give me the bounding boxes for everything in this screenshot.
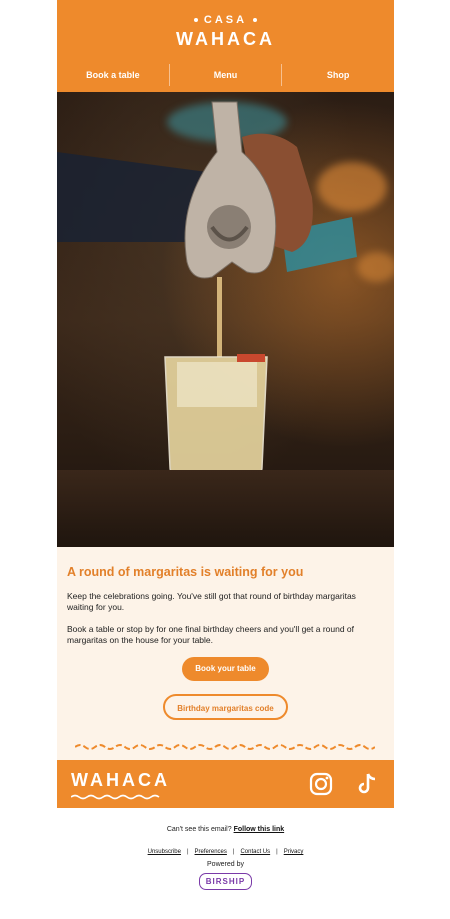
email-container: CASA WAHACA Book a table Menu Shop A rou…	[57, 0, 394, 890]
footer-logo-squiggle	[71, 794, 160, 800]
link-contact-us[interactable]: Contact Us	[240, 849, 270, 855]
content-section: A round of margaritas is waiting for you…	[57, 547, 394, 760]
email-footer: Can't see this email? Follow this link U…	[57, 826, 394, 890]
link-separator: |	[232, 849, 235, 855]
brand-logo-top: CASA	[57, 14, 394, 26]
brand-dot-left	[193, 18, 198, 23]
link-separator: |	[276, 849, 278, 855]
header: CASA WAHACA Book a table Menu Shop	[57, 0, 394, 92]
link-separator: |	[186, 849, 189, 855]
footer-links: Unsubscribe | Preferences | Contact Us | Priva…	[57, 849, 394, 855]
social-icons	[308, 771, 380, 797]
cant-see-line: Can't see this email? Follow this link	[57, 826, 394, 833]
nav-menu[interactable]: Menu	[170, 64, 283, 86]
tiktok-icon[interactable]	[354, 771, 380, 797]
instagram-icon[interactable]	[308, 771, 334, 797]
nav-book-a-table[interactable]: Book a table	[57, 64, 170, 86]
nav-shop[interactable]: Shop	[282, 64, 394, 86]
body-paragraph-2: Book a table or stop by for one final bi…	[67, 624, 355, 645]
brand-dot-right	[253, 18, 258, 23]
birthday-margaritas-code-button[interactable]: Birthday margaritas code	[163, 694, 288, 720]
follow-this-link[interactable]: Follow this link	[234, 826, 285, 833]
footer-band: WAHACA	[57, 760, 394, 808]
brand-top-text: CASA	[203, 14, 248, 26]
link-privacy[interactable]: Privacy	[284, 849, 304, 855]
headline: A round of margaritas is waiting for you	[67, 565, 304, 579]
link-unsubscribe[interactable]: Unsubscribe	[148, 849, 181, 855]
footer-logo[interactable]: WAHACA	[71, 770, 170, 791]
decorative-squiggle	[75, 744, 375, 750]
brand-logo[interactable]: WAHACA	[57, 29, 394, 50]
cant-see-text: Can't see this email?	[166, 826, 232, 833]
book-your-table-button[interactable]: Book your table	[182, 657, 269, 681]
powered-by-text: Powered by	[207, 861, 244, 868]
body-paragraph-1: Keep the celebrations going. You've stil…	[67, 591, 356, 612]
link-preferences[interactable]: Preferences	[195, 849, 227, 855]
hero-bar-counter	[57, 470, 394, 547]
top-nav: Book a table Menu Shop	[57, 64, 394, 86]
hero-image	[57, 92, 394, 547]
birship-logo[interactable]: BIRSHIP	[198, 873, 253, 890]
